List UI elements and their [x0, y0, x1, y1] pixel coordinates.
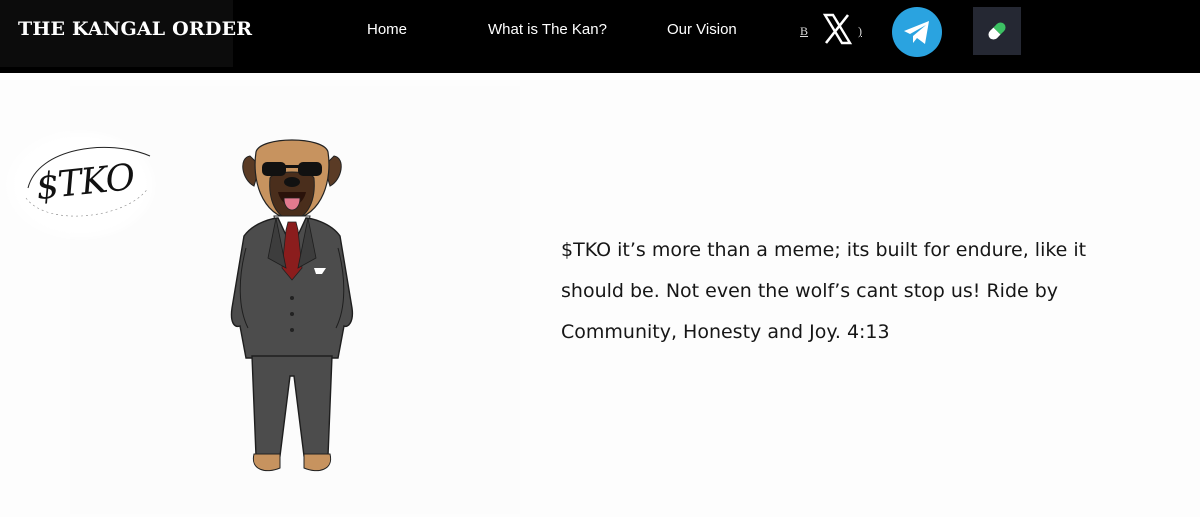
pill-button[interactable] [973, 7, 1021, 55]
telegram-button[interactable] [892, 7, 942, 57]
buy-link-fragment[interactable]: B [800, 24, 808, 39]
kangal-dog-mascot [230, 139, 354, 472]
nav-home[interactable]: Home [367, 21, 407, 38]
brand-box[interactable]: THE KANGAL ORDER [0, 0, 252, 67]
pill-icon [988, 22, 1006, 40]
telegram-icon [904, 21, 929, 44]
buy-link-fragment-tail: ) [858, 24, 862, 38]
nav-what-is-the-kan[interactable]: What is The Kan? [488, 21, 607, 38]
x-twitter-button[interactable] [820, 12, 854, 46]
brand-title[interactable]: THE KANGAL ORDER [18, 18, 252, 40]
top-nav: THE KANGAL ORDER Home What is The Kan? O… [0, 0, 1200, 73]
nav-our-vision[interactable]: Our Vision [667, 21, 737, 38]
hero-tagline: $TKO it’s more than a meme; its built fo… [561, 239, 1087, 343]
x-twitter-icon [822, 13, 853, 45]
